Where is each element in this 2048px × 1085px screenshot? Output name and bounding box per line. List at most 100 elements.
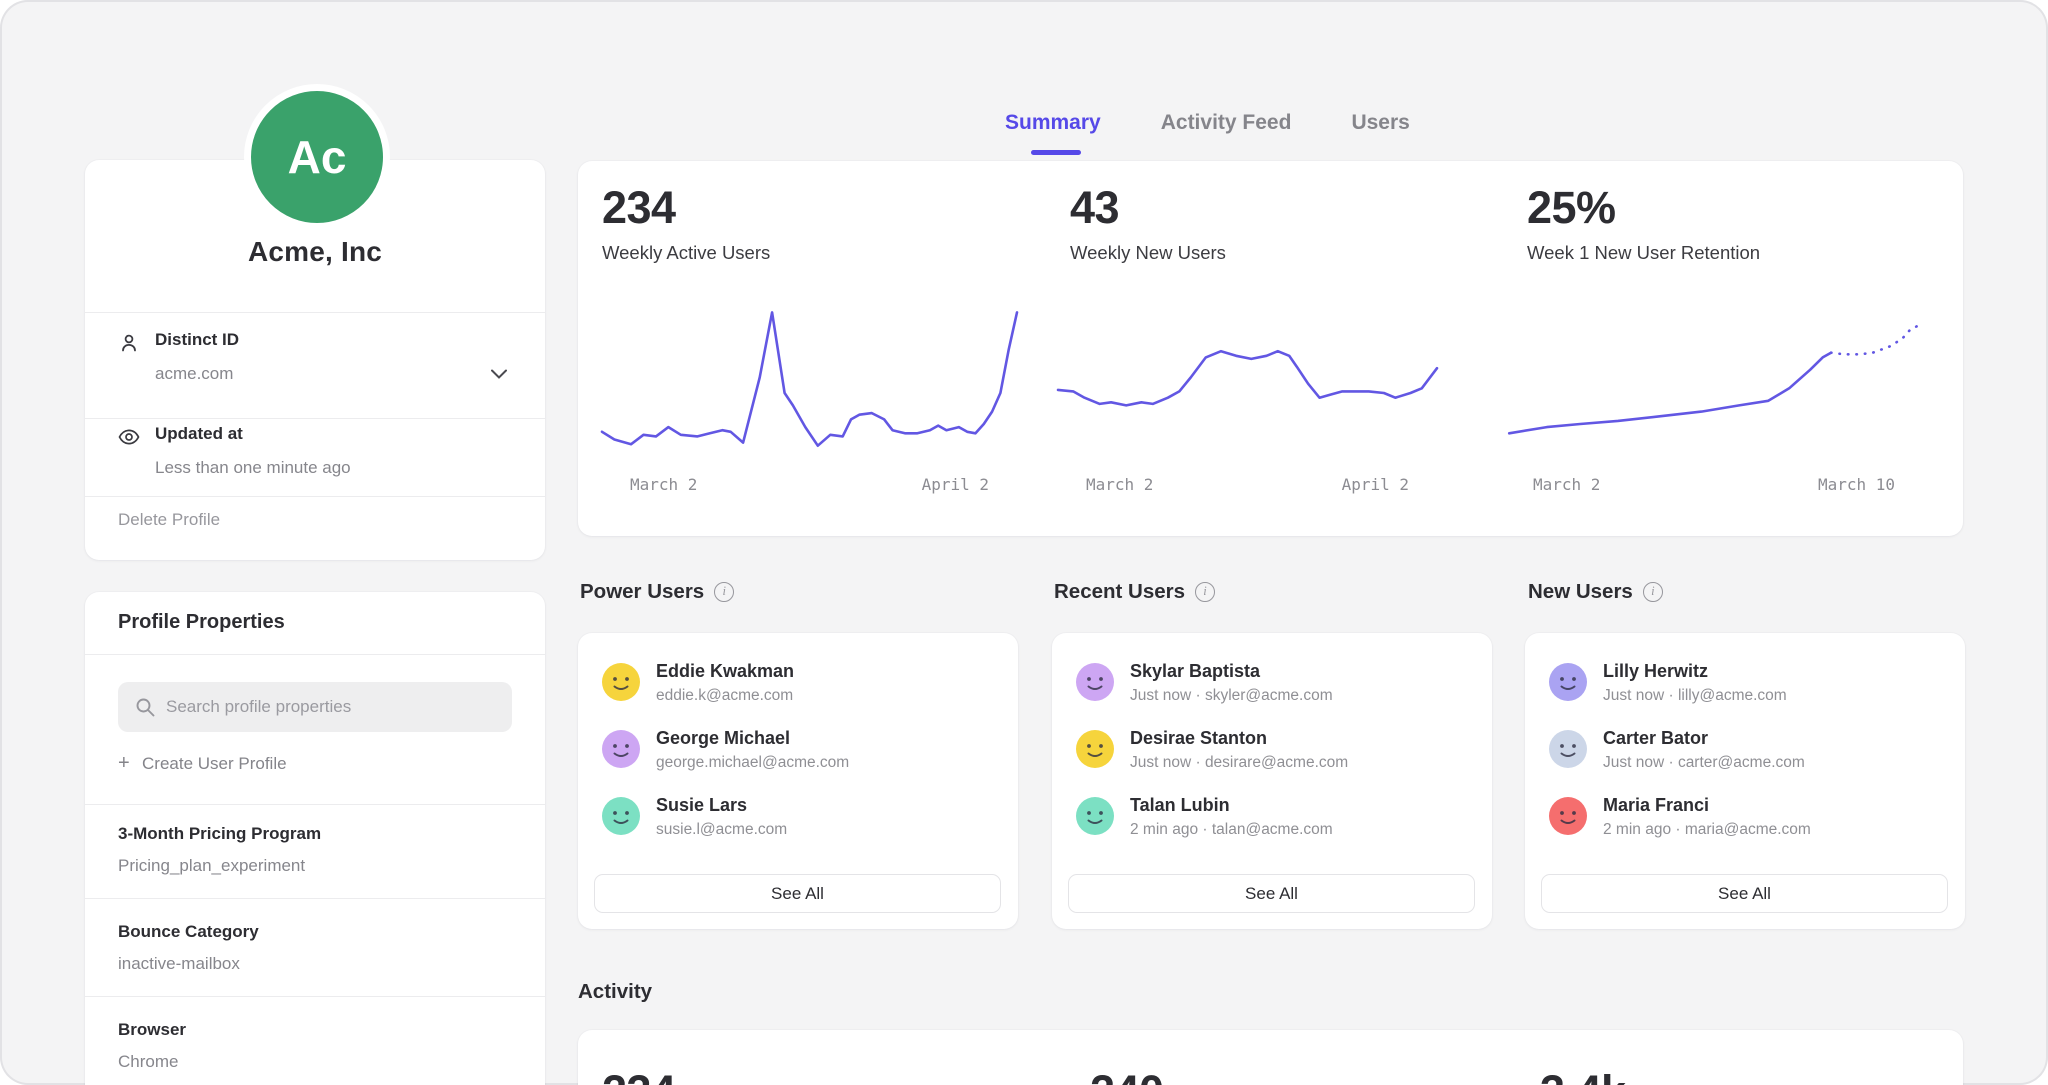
section-title: Recent Users [1054,580,1185,604]
stat-value: 43 [1070,185,1226,230]
activity-stat-value: 234 [602,1066,676,1085]
user-avatar [1076,663,1114,701]
updated-at-value: Less than one minute ago [155,458,351,478]
summary-stats-card: 234 Weekly Active Users 43 Weekly New Us… [578,161,1963,536]
new-users-card: Lilly HerwitzJust now · lilly@acme.com Ca… [1525,633,1965,929]
tick-label: April 2 [1342,475,1409,494]
user-avatar [602,797,640,835]
stat-label: Weekly Active Users [602,242,770,264]
tick-label: April 2 [922,475,989,494]
user-avatar [602,663,640,701]
tick-label: March 10 [1818,475,1895,494]
company-name: Acme, Inc [85,236,545,268]
tick-label: March 2 [1086,475,1153,494]
face-icon [602,797,640,835]
tick-label: March 2 [630,475,697,494]
user-list-item[interactable]: Susie Larssusie.l@acme.com [602,795,994,851]
user-detail: 2 min ago · talan@acme.com [1130,821,1333,839]
search-input[interactable] [166,682,496,732]
user-list-item[interactable]: Maria Franci 2 min ago · maria@acme.com [1549,795,1941,851]
see-all-button[interactable]: See All [1541,874,1948,913]
user-avatar [1076,730,1114,768]
info-icon[interactable]: i [1195,582,1215,602]
user-detail: eddie.k@acme.com [656,687,793,705]
user-list-item[interactable]: Lilly HerwitzJust now · lilly@acme.com [1549,661,1941,717]
face-icon [1076,730,1114,768]
user-list-item[interactable]: Eddie Kwakman eddie.k@acme.com [602,661,994,717]
user-avatar [1549,663,1587,701]
tab-users[interactable]: Users [1351,111,1409,135]
company-avatar: Ac [244,84,390,230]
stat-value: 234 [602,185,770,230]
user-detail: 2 min ago · maria@acme.com [1603,821,1811,839]
user-list-item[interactable]: Skylar Baptista Just now · skyler@acme.co… [1076,661,1468,717]
property-value: inactive-mailbox [118,954,240,974]
face-icon [1549,730,1587,768]
tick-label: March 2 [1533,475,1600,494]
plus-icon: + [118,752,142,775]
delete-profile-button[interactable]: Delete Profile [118,510,220,530]
tab-activity-feed[interactable]: Activity Feed [1161,111,1292,135]
divider [85,996,545,997]
activity-stat-value: 3.4k [1540,1066,1626,1085]
create-user-profile-button[interactable]: +Create User Profile [118,752,287,775]
profile-tabs: Summary Activity Feed Users [1005,111,1410,135]
person-icon [118,332,140,354]
stat-weekly-active-users: 234 Weekly Active Users [602,185,770,264]
see-all-button[interactable]: See All [594,874,1001,913]
divider [85,654,545,655]
property-name: Browser [118,1020,186,1040]
new-users-header: New Users i [1528,580,1663,604]
user-list-item[interactable]: Talan Lubin 2 min ago · talan@acme.com [1076,795,1468,851]
search-icon [134,696,156,718]
profile-properties-card: Profile Properties +Create User Profile … [85,592,545,1085]
tab-summary[interactable]: Summary [1005,111,1101,135]
user-name: Desirae Stanton [1130,728,1267,749]
divider [85,898,545,899]
profile-properties-search [118,682,512,732]
recent-users-header: Recent Users i [1054,580,1215,604]
section-title: New Users [1528,580,1633,604]
updated-at-label: Updated at [155,424,243,444]
create-user-profile-label: Create User Profile [142,754,287,773]
divider [85,496,545,497]
user-avatar [1076,797,1114,835]
user-name: George Michael [656,728,790,749]
user-name: Talan Lubin [1130,795,1230,816]
distinct-id-value: acme.com [155,364,233,384]
app-frame: Ac Acme, Inc Distinct ID acme.com [0,0,2048,1085]
stat-label: Week 1 New User Retention [1527,242,1760,264]
user-name: Carter Bator [1603,728,1708,749]
property-value: Pricing_plan_experiment [118,856,305,876]
user-detail: Just now · desirare@acme.com [1130,754,1348,772]
user-name: Eddie Kwakman [656,661,794,682]
eye-icon [118,426,140,448]
user-name: Maria Franci [1603,795,1709,816]
property-name: 3-Month Pricing Program [118,824,321,844]
user-name: Lilly Herwitz [1603,661,1708,682]
user-name: Skylar Baptista [1130,661,1260,682]
recent-users-card: Skylar Baptista Just now · skyler@acme.co… [1052,633,1492,929]
user-avatar [1549,797,1587,835]
user-name: Susie Lars [656,795,747,816]
power-users-header: Power Users i [580,580,734,604]
stat-label: Weekly New Users [1070,242,1226,264]
see-all-button[interactable]: See All [1068,874,1475,913]
weekly-new-users-chart [1058,300,1437,455]
user-list-item[interactable]: Carter Bator Just now · carter@acme.com [1549,728,1941,784]
weekly-active-users-chart [602,300,1017,455]
face-icon [1549,663,1587,701]
info-icon[interactable]: i [714,582,734,602]
user-detail: Just now · skyler@acme.com [1130,687,1333,705]
property-value: Chrome [118,1052,178,1072]
chevron-down-icon[interactable] [491,366,507,376]
user-list-item[interactable]: George Michaelgeorge.michael@acme.com [602,728,994,784]
face-icon [1076,663,1114,701]
user-detail: Just now · carter@acme.com [1603,754,1805,772]
activity-stat-value: 240 [1090,1066,1164,1085]
user-list-item[interactable]: Desirae Stanton Just now · desirare@acme.… [1076,728,1468,784]
face-icon [602,730,640,768]
x-axis-ticks: March 2 April 2 [602,475,1017,494]
divider [85,418,545,419]
info-icon[interactable]: i [1643,582,1663,602]
